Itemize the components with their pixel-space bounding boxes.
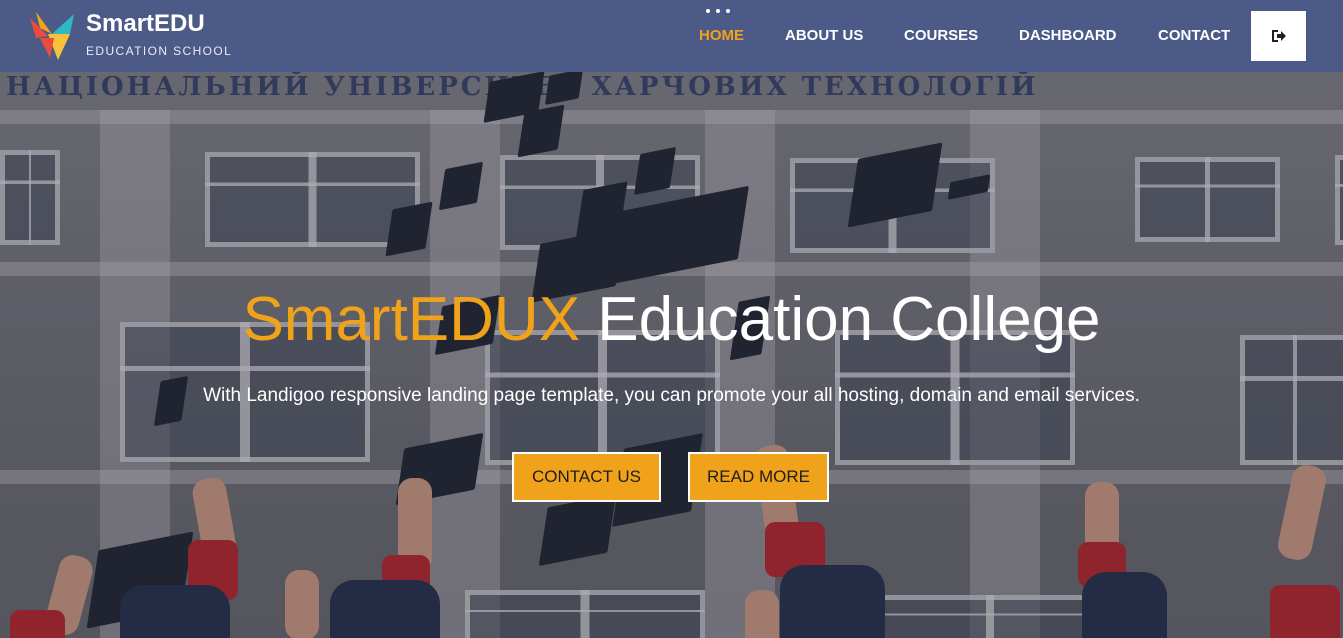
nav-contact[interactable]: CONTACT bbox=[1158, 27, 1230, 44]
brand-tagline: EDUCATION SCHOOL bbox=[86, 44, 233, 58]
brand-name: SmartEDU bbox=[86, 10, 205, 37]
site-header: SmartEDU EDUCATION SCHOOL HOME ABOUT US … bbox=[0, 0, 1343, 72]
brand-logo-link[interactable]: SmartEDU EDUCATION SCHOOL bbox=[0, 0, 240, 72]
hero-title-rest: Education College bbox=[597, 285, 1101, 354]
sign-out-icon bbox=[1271, 30, 1286, 42]
nav-about-us[interactable]: ABOUT US bbox=[785, 27, 863, 44]
read-more-button[interactable]: READ MORE bbox=[688, 452, 829, 502]
brand-logo-icon bbox=[30, 12, 74, 60]
nav-dashboard[interactable]: DASHBOARD bbox=[1019, 27, 1117, 44]
nav-home[interactable]: HOME bbox=[699, 27, 744, 44]
hero-subtitle: With Landigoo responsive landing page te… bbox=[203, 385, 1140, 406]
login-button[interactable] bbox=[1251, 11, 1306, 61]
contact-us-button[interactable]: CONTACT US bbox=[512, 452, 661, 502]
hero-title-accent: SmartEDUX bbox=[242, 285, 581, 354]
active-indicator-dots bbox=[706, 9, 740, 17]
nav-courses[interactable]: COURSES bbox=[904, 27, 978, 44]
hero-section: НАЦІОНАЛЬНИЙ УНІВЕРСИТЕТ ХАРЧОВИХ ТЕХНОЛ… bbox=[0, 0, 1343, 638]
hero-title: SmartEDUX Education College bbox=[0, 284, 1343, 355]
